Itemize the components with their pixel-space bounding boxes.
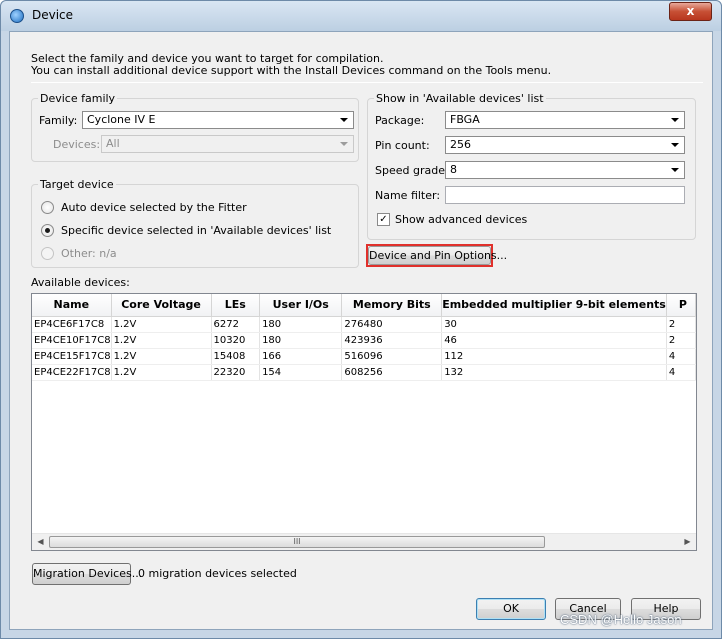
scroll-thumb[interactable]: III bbox=[49, 536, 545, 548]
cell-name: EP4CE22F17C8 bbox=[32, 364, 112, 381]
cell-user-ios: 180 bbox=[259, 316, 343, 333]
available-devices-label: Available devices: bbox=[31, 276, 130, 289]
auto-device-label[interactable]: Auto device selected by the Fitter bbox=[61, 201, 247, 214]
migration-status: 0 migration devices selected bbox=[138, 567, 297, 580]
cell-memory-bits: 608256 bbox=[341, 364, 443, 381]
target-device-group: Target device Auto device selected by th… bbox=[31, 178, 359, 268]
cell-p: 2 bbox=[666, 316, 696, 333]
chevron-down-icon bbox=[671, 143, 679, 147]
speed-grade-label: Speed grade: bbox=[375, 164, 449, 177]
name-filter-label: Name filter: bbox=[375, 189, 441, 202]
cell-user-ios: 180 bbox=[259, 332, 343, 349]
speed-grade-value: 8 bbox=[450, 163, 457, 176]
cell-p: 2 bbox=[666, 332, 696, 349]
show-advanced-checkbox[interactable]: ✓ bbox=[377, 213, 390, 226]
cell-memory-bits: 516096 bbox=[341, 348, 443, 365]
cell-p: 4 bbox=[666, 364, 696, 381]
cell-p: 4 bbox=[666, 348, 696, 365]
column-header-user-ios[interactable]: User I/Os bbox=[259, 294, 343, 317]
devices-label: Devices: bbox=[53, 138, 101, 151]
table-row[interactable]: EP4CE15F17C8 1.2V 15408 166 516096 112 4 bbox=[32, 348, 696, 365]
auto-device-radio[interactable] bbox=[41, 201, 54, 214]
family-label: Family: bbox=[39, 114, 78, 127]
family-value: Cyclone IV E bbox=[87, 113, 156, 126]
speed-grade-select[interactable]: 8 bbox=[445, 161, 685, 179]
cell-embedded-multiplier: 46 bbox=[441, 332, 667, 349]
migration-devices-button[interactable]: Migration Devices... bbox=[32, 563, 142, 585]
cell-les: 10320 bbox=[211, 332, 261, 349]
close-button[interactable]: x bbox=[669, 2, 712, 21]
cell-memory-bits: 423936 bbox=[341, 332, 443, 349]
specific-device-radio[interactable] bbox=[41, 224, 54, 237]
cell-core-voltage: 1.2V bbox=[111, 332, 212, 349]
cell-memory-bits: 276480 bbox=[341, 316, 443, 333]
cell-name: EP4CE6F17C8 bbox=[32, 316, 112, 333]
column-header-les[interactable]: LEs bbox=[211, 294, 261, 317]
table-header-row: Name Core Voltage LEs User I/Os Memory B… bbox=[32, 294, 696, 317]
column-header-name[interactable]: Name bbox=[32, 294, 112, 317]
separator bbox=[31, 82, 703, 83]
device-dialog: Device x Select the family and device yo… bbox=[0, 0, 722, 639]
cell-embedded-multiplier: 112 bbox=[441, 348, 667, 365]
show-advanced-label[interactable]: Show advanced devices bbox=[395, 213, 527, 226]
device-family-group: Device family Family: Cyclone IV E Devic… bbox=[31, 92, 359, 162]
pin-count-select[interactable]: 256 bbox=[445, 136, 685, 154]
cell-les: 6272 bbox=[211, 316, 261, 333]
cell-core-voltage: 1.2V bbox=[111, 316, 212, 333]
target-device-title: Target device bbox=[38, 178, 116, 191]
column-header-memory-bits[interactable]: Memory Bits bbox=[341, 294, 443, 317]
table-row[interactable]: EP4CE22F17C8 1.2V 22320 154 608256 132 4 bbox=[32, 364, 696, 381]
other-device-label: Other: n/a bbox=[61, 247, 117, 260]
horizontal-scrollbar[interactable]: ◀ III ▶ bbox=[32, 533, 696, 550]
package-select[interactable]: FBGA bbox=[445, 111, 685, 129]
devices-select[interactable]: All bbox=[101, 135, 354, 153]
ok-button[interactable]: OK bbox=[476, 598, 546, 620]
cell-name: EP4CE15F17C8 bbox=[32, 348, 112, 365]
cell-core-voltage: 1.2V bbox=[111, 364, 212, 381]
cell-name: EP4CE10F17C8 bbox=[32, 332, 112, 349]
devices-value: All bbox=[106, 137, 120, 150]
title-bar: Device x bbox=[1, 1, 721, 31]
specific-device-label[interactable]: Specific device selected in 'Available d… bbox=[61, 224, 331, 237]
cell-embedded-multiplier: 30 bbox=[441, 316, 667, 333]
scroll-right-icon[interactable]: ▶ bbox=[679, 534, 696, 550]
window-title: Device bbox=[32, 8, 74, 22]
other-device-radio[interactable] bbox=[41, 247, 54, 260]
device-family-title: Device family bbox=[38, 92, 118, 105]
chevron-down-icon bbox=[340, 118, 348, 122]
cell-user-ios: 154 bbox=[259, 364, 343, 381]
chevron-down-icon bbox=[671, 118, 679, 122]
scroll-left-icon[interactable]: ◀ bbox=[32, 534, 49, 550]
name-filter-input[interactable] bbox=[445, 186, 685, 204]
app-icon bbox=[10, 9, 24, 23]
package-value: FBGA bbox=[450, 113, 480, 126]
device-pin-options-button[interactable]: Device and Pin Options... bbox=[368, 246, 507, 265]
family-select[interactable]: Cyclone IV E bbox=[82, 111, 354, 129]
intro-text: Select the family and device you want to… bbox=[31, 53, 551, 77]
available-devices-table[interactable]: Name Core Voltage LEs User I/Os Memory B… bbox=[31, 293, 697, 551]
dialog-client-area: Select the family and device you want to… bbox=[9, 31, 713, 630]
table-row[interactable]: EP4CE10F17C8 1.2V 10320 180 423936 46 2 bbox=[32, 332, 696, 349]
chevron-down-icon bbox=[340, 142, 348, 146]
pin-count-label: Pin count: bbox=[375, 139, 430, 152]
intro-line-2: You can install additional device suppor… bbox=[31, 64, 552, 77]
pin-count-value: 256 bbox=[450, 138, 471, 151]
watermark: CSDN @Hello Jason bbox=[560, 612, 682, 627]
chevron-down-icon bbox=[671, 168, 679, 172]
cell-core-voltage: 1.2V bbox=[111, 348, 212, 365]
cell-les: 15408 bbox=[211, 348, 261, 365]
package-label: Package: bbox=[375, 114, 425, 127]
show-in-list-title: Show in 'Available devices' list bbox=[374, 92, 546, 105]
devices-grid: Name Core Voltage LEs User I/Os Memory B… bbox=[32, 294, 696, 381]
cell-embedded-multiplier: 132 bbox=[441, 364, 667, 381]
column-header-core-voltage[interactable]: Core Voltage bbox=[111, 294, 212, 317]
column-header-embedded-multiplier[interactable]: Embedded multiplier 9-bit elements bbox=[441, 294, 667, 317]
table-row[interactable]: EP4CE6F17C8 1.2V 6272 180 276480 30 2 bbox=[32, 316, 696, 333]
cell-user-ios: 166 bbox=[259, 348, 343, 365]
column-header-p[interactable]: P bbox=[666, 294, 696, 317]
show-in-list-group: Show in 'Available devices' list Package… bbox=[367, 92, 696, 240]
cell-les: 22320 bbox=[211, 364, 261, 381]
